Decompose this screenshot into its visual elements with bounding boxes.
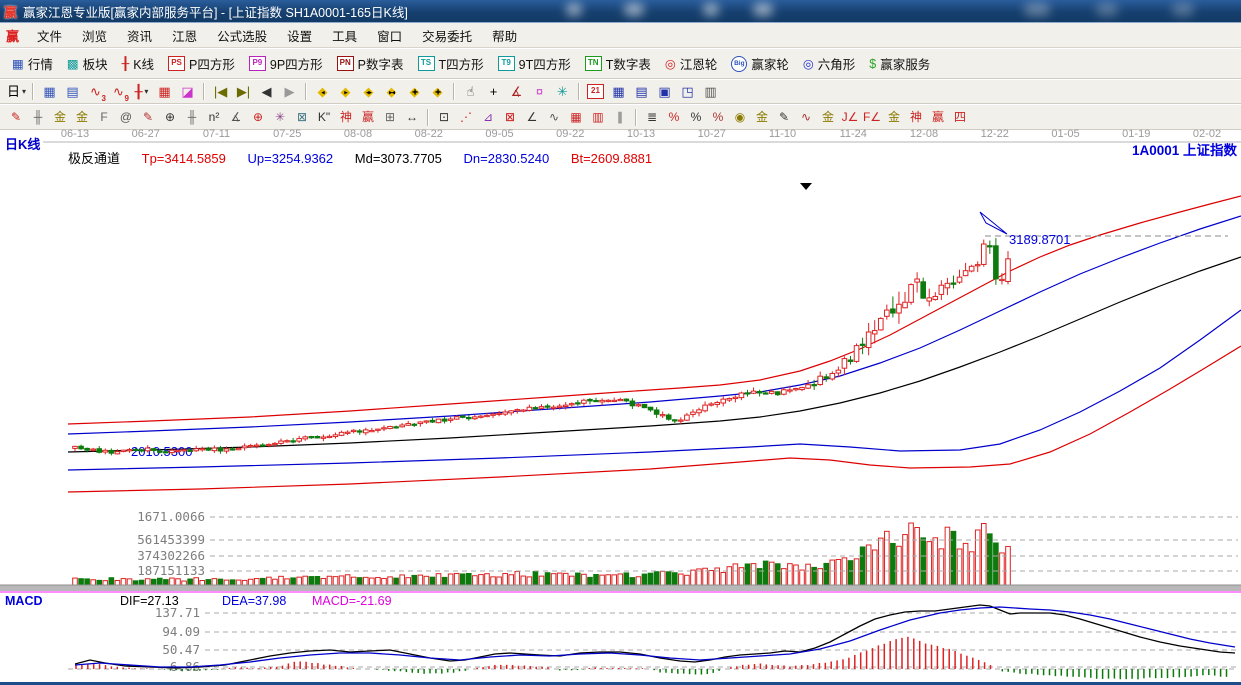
svg-text:10-27: 10-27: [698, 128, 726, 140]
svg-text:11-10: 11-10: [769, 128, 796, 140]
chart-canvas[interactable]: 06-13 06-27 07-11 07-25 08-08 08-22 09-05 09-22…: [0, 0, 1241, 685]
svg-text:06-27: 06-27: [132, 128, 160, 140]
channel-dn-value: Dn=2830.5240: [463, 151, 550, 166]
svg-text:374302266: 374302266: [137, 548, 205, 563]
channel-md-value: Md=3073.7705: [354, 151, 442, 166]
macd-dea-value: DEA=37.98: [222, 594, 287, 608]
candles-layer: [72, 238, 1011, 456]
macd-layer: 137.7194.0950.476.86: [68, 604, 1238, 680]
date-axis: 06-13 06-27 07-11 07-25 08-08 08-22 09-05 09-22…: [43, 128, 1241, 143]
svg-text:07-25: 07-25: [273, 128, 301, 140]
macd-value: MACD=-21.69: [312, 594, 392, 608]
macd-dif-value: DIF=27.13: [120, 594, 179, 608]
macd-indicator-label[interactable]: MACD: [5, 594, 43, 608]
channel-line-md: [67, 256, 1241, 453]
panel-separator: [0, 584, 1241, 593]
indicator-header: 极反通道 Tp=3414.5859 Up=3254.9362 Md=3073.7…: [68, 148, 670, 167]
peak-flag-marker: [979, 211, 1008, 235]
channel-up-value: Up=3254.9362: [247, 151, 334, 166]
symbol-label: 1A0001 上证指数: [1131, 143, 1237, 158]
indicator-name: 极反通道: [68, 151, 121, 166]
svg-text:09-22: 09-22: [556, 128, 584, 140]
svg-text:1671.0066: 1671.0066: [137, 509, 205, 524]
channel-tp-value: Tp=3414.5859: [141, 151, 226, 166]
svg-text:187151133: 187151133: [137, 563, 205, 578]
svg-text:08-08: 08-08: [344, 128, 372, 140]
svg-text:561453399: 561453399: [137, 532, 205, 547]
annotations: 3189.87012010.5300: [131, 183, 1228, 459]
macd-dea-line: [74, 606, 1236, 668]
svg-text:94.09: 94.09: [162, 624, 200, 639]
svg-text:08-22: 08-22: [415, 128, 443, 140]
svg-text:06-13: 06-13: [61, 128, 89, 140]
channel-line-tp: [67, 195, 1241, 425]
period-label[interactable]: 日K线: [5, 134, 40, 153]
svg-text:12-08: 12-08: [910, 128, 938, 140]
volume-axis: 1671.0066 561453399374302266187151133: [137, 509, 1238, 578]
svg-text:11-24: 11-24: [840, 128, 867, 140]
svg-text:10-13: 10-13: [627, 128, 655, 140]
svg-text:12-22: 12-22: [981, 128, 1009, 140]
macd-dif-line: [74, 604, 1236, 669]
svg-text:09-05: 09-05: [485, 128, 513, 140]
svg-text:50.47: 50.47: [162, 642, 200, 657]
down-triangle-marker: [800, 183, 812, 190]
svg-text:3189.8701: 3189.8701: [1009, 232, 1070, 247]
svg-text:07-11: 07-11: [203, 128, 230, 140]
volume-layer: [72, 522, 1011, 588]
channel-bt-value: Bt=2609.8881: [570, 151, 653, 166]
svg-text:01-05: 01-05: [1051, 128, 1079, 140]
